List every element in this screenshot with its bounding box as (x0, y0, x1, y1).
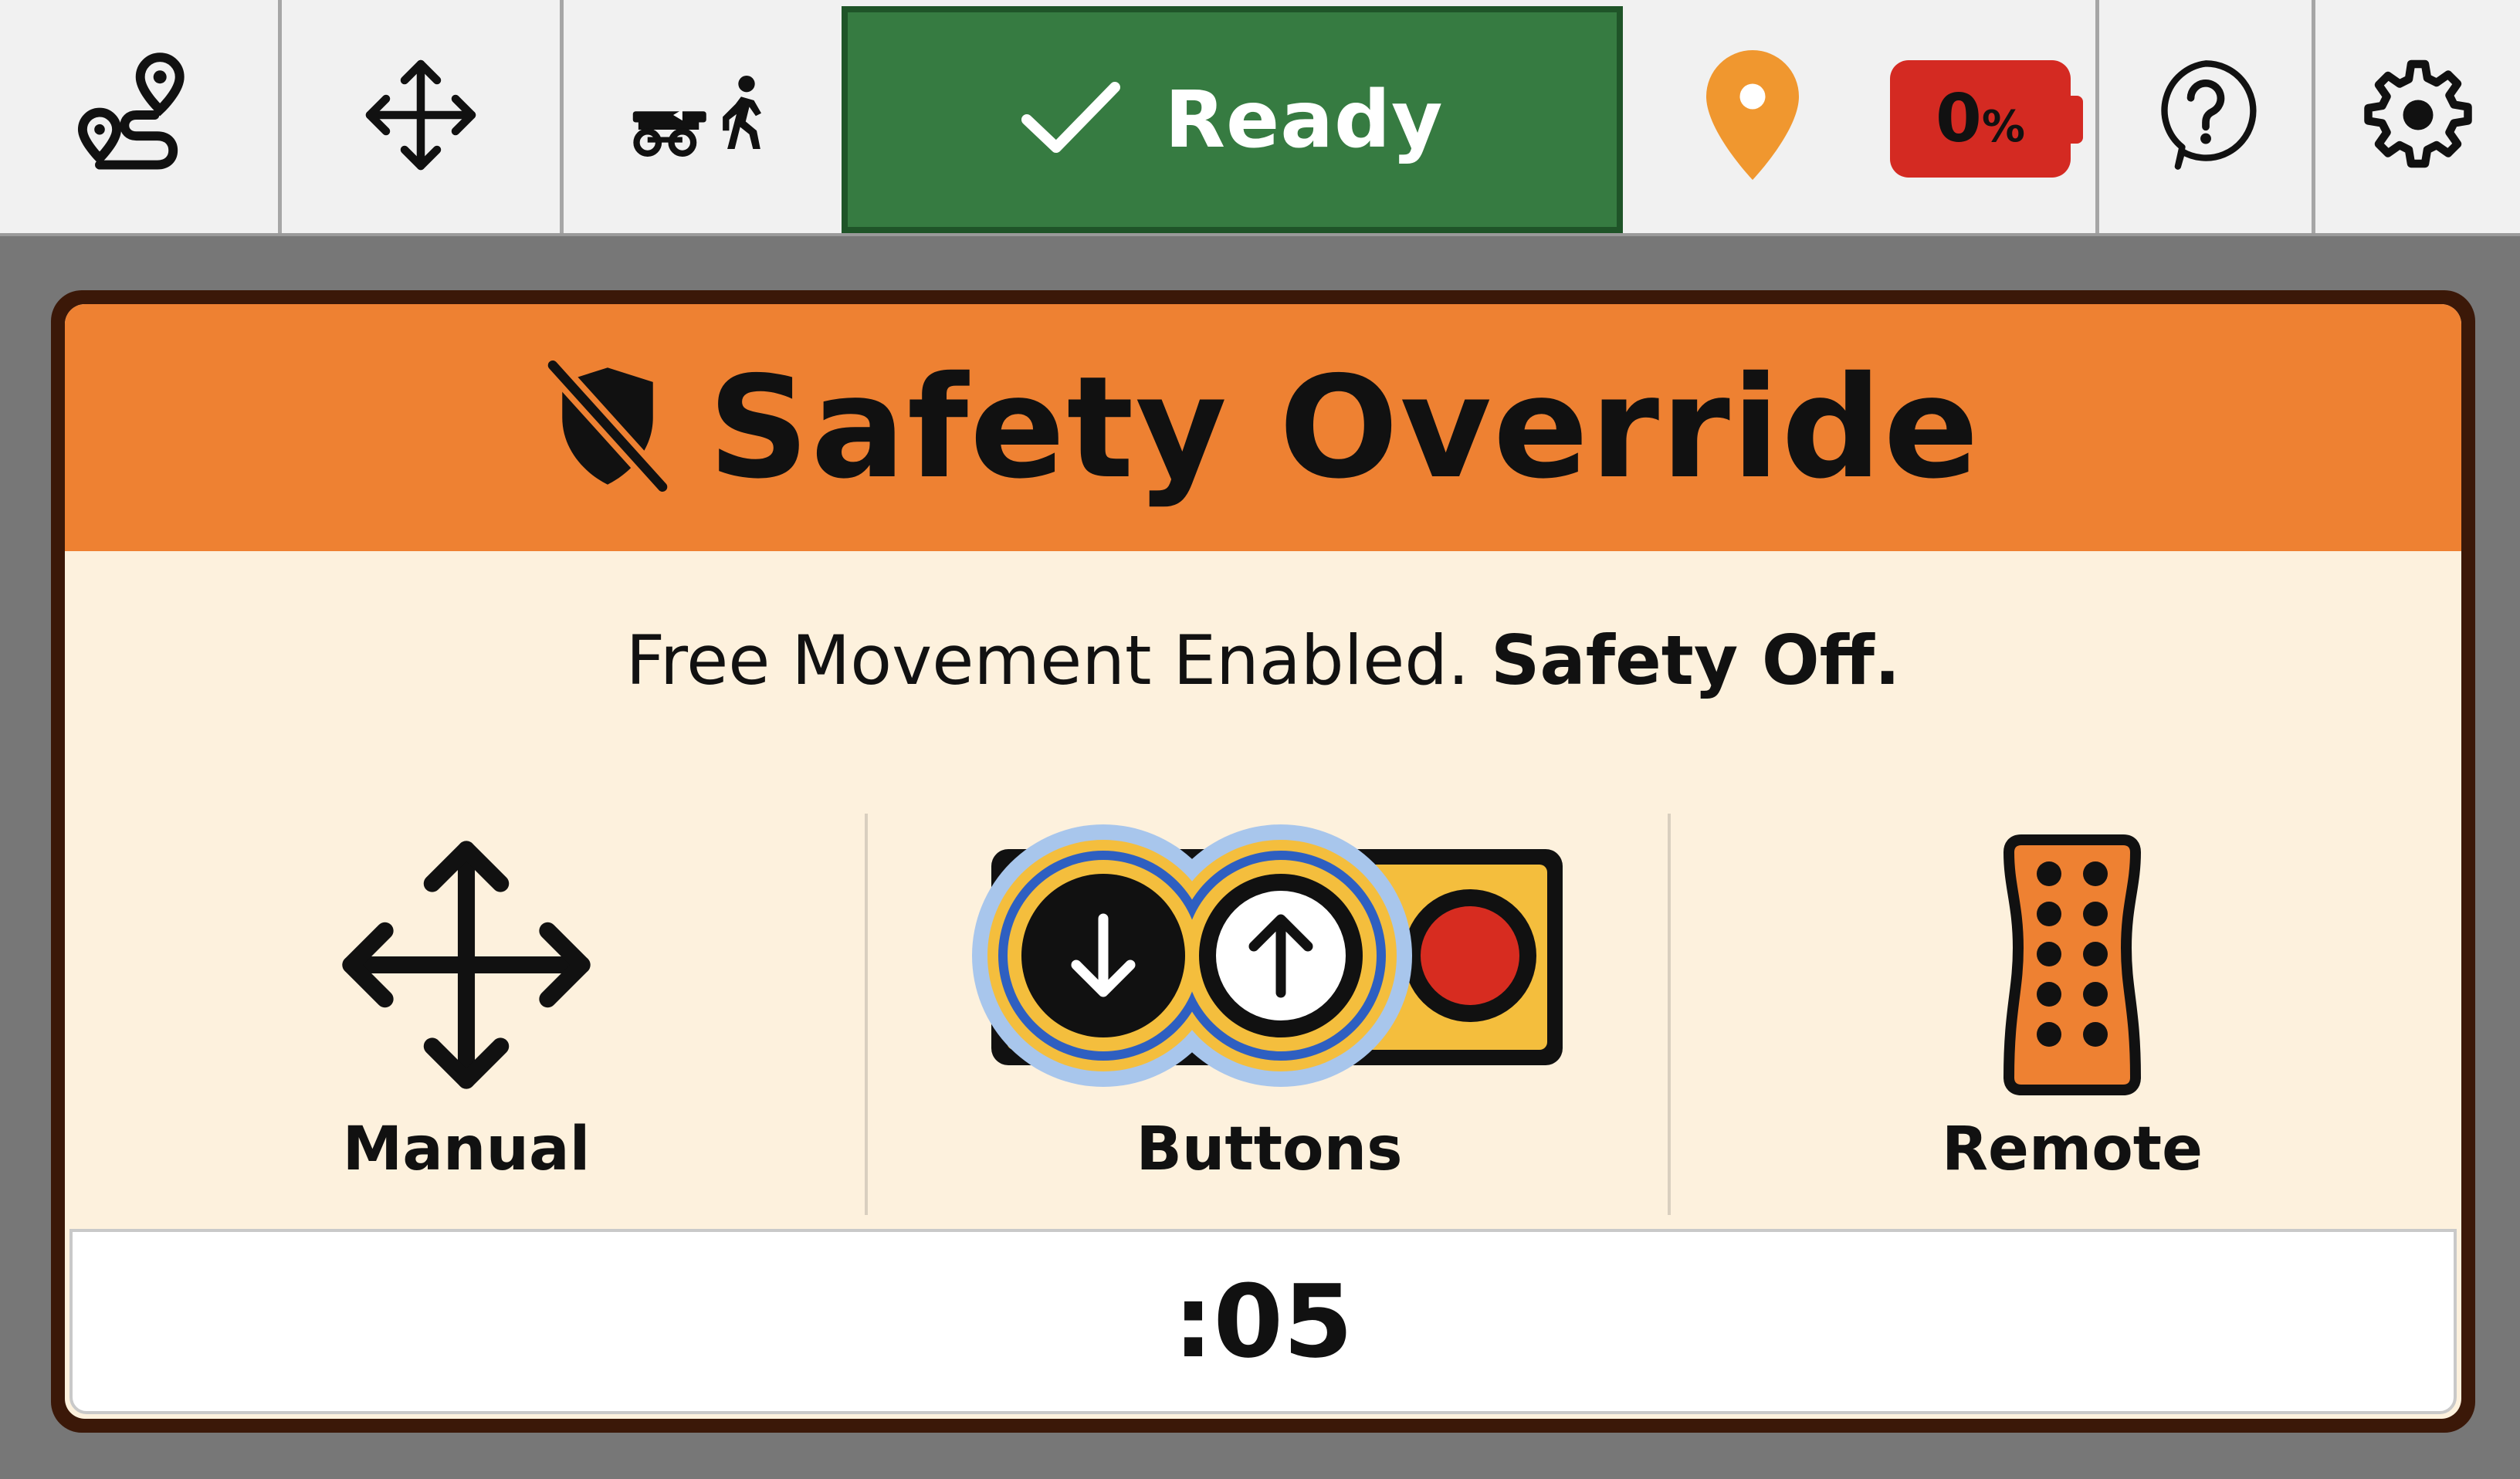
gear-icon (2360, 57, 2476, 176)
cart-follow-walker-icon (629, 69, 776, 164)
top-toolbar: Ready 0% (0, 0, 2520, 236)
option-label: Buttons (1136, 1115, 1403, 1184)
remote-control-icon (2003, 834, 2142, 1099)
move-button[interactable] (282, 0, 560, 233)
countdown-value: :05 (1173, 1263, 1353, 1380)
option-label: Remote (1941, 1115, 2203, 1184)
override-options: Manual Buttons Remote (65, 790, 2461, 1200)
settings-button[interactable] (2315, 0, 2520, 233)
status-ready-button[interactable]: Ready (842, 6, 1623, 233)
battery-indicator: 0% (1890, 60, 2071, 178)
dialog-title: Safety Override (708, 346, 1980, 509)
help-question-icon (2152, 57, 2260, 176)
dialog-header: Safety Override (65, 304, 2461, 551)
safety-override-dialog: Safety Override Free Movement Enabled. S… (51, 290, 2475, 1433)
move-arrows-icon (363, 57, 479, 176)
status-label: Ready (1164, 73, 1444, 166)
button-panel-icon (968, 818, 1570, 1099)
location-pin-icon (1695, 46, 1810, 188)
option-divider (1668, 814, 1671, 1215)
battery-terminal (2069, 96, 2083, 144)
option-remote[interactable]: Remote (1671, 790, 2461, 1200)
option-manual[interactable]: Manual (65, 790, 868, 1200)
battery-value: 0% (1936, 80, 2025, 157)
move-arrows-icon (335, 834, 598, 1099)
shield-off-icon (544, 357, 671, 495)
follow-mode-button[interactable] (564, 0, 842, 233)
option-buttons[interactable]: Buttons (868, 790, 1671, 1200)
location-button[interactable] (1675, 0, 1830, 233)
countdown-timer: :05 (69, 1229, 2457, 1414)
option-divider (865, 814, 868, 1215)
dialog-subtitle: Free Movement Enabled. Safety Off. (625, 621, 1901, 700)
route-map-icon (73, 49, 205, 184)
help-button[interactable] (2099, 0, 2312, 233)
option-label: Manual (342, 1115, 591, 1184)
checkmark-icon (1021, 80, 1121, 160)
route-button[interactable] (0, 0, 278, 233)
